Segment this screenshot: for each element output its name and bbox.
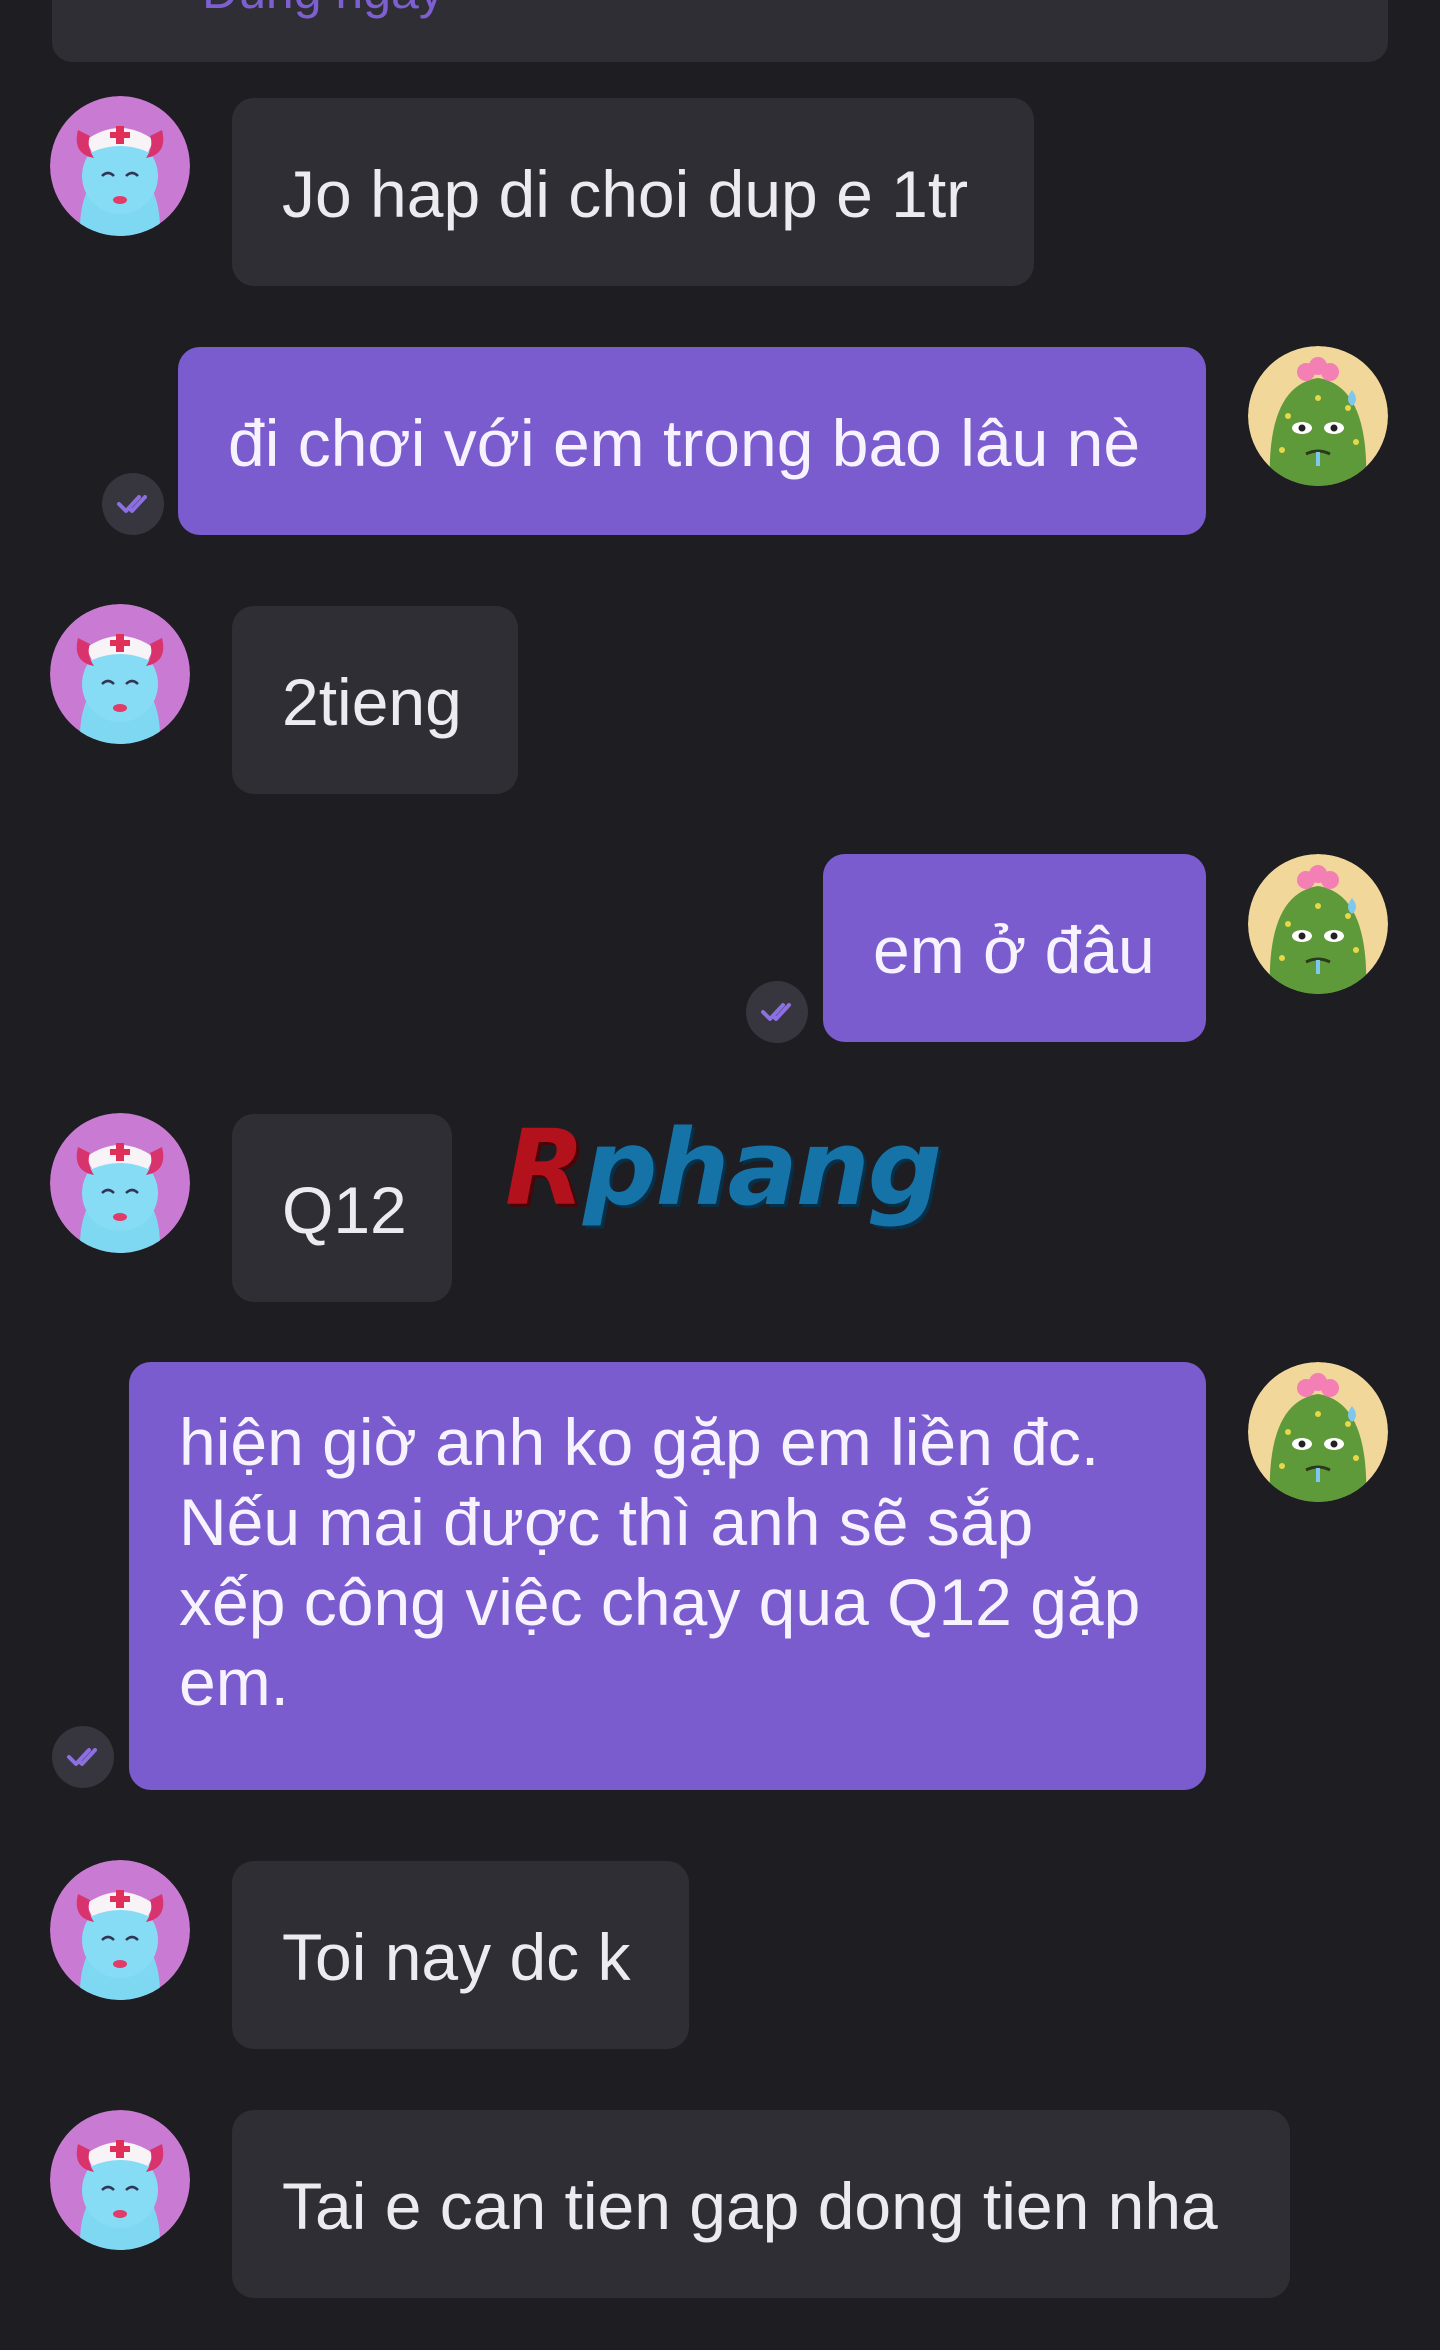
message-line: hiện giờ anh ko gặp em liền đc.: [179, 1405, 1100, 1479]
previous-message-text: Đúng ngày: [202, 0, 444, 20]
read-receipt: [746, 981, 808, 1043]
my-avatar[interactable]: [1248, 854, 1388, 994]
message-line: em.: [179, 1645, 290, 1719]
message-text: em ở đâu: [873, 913, 1155, 987]
nurse-devil-avatar-icon: [50, 1113, 190, 1253]
message-bubble-incoming[interactable]: Toi nay dc k: [232, 1861, 689, 2049]
message-line: Nếu mai được thì anh sẽ sắp: [179, 1485, 1034, 1559]
message-bubble-outgoing[interactable]: đi chơi với em trong bao lâu nè: [178, 347, 1206, 535]
message-bubble-incoming[interactable]: Q12: [232, 1114, 452, 1302]
message-text: Q12: [282, 1173, 407, 1247]
cactus-avatar-icon: [1248, 1362, 1388, 1502]
contact-avatar[interactable]: [50, 1860, 190, 2000]
double-check-icon: [113, 484, 153, 524]
message-bubble-incoming[interactable]: 2tieng: [232, 606, 518, 794]
nurse-devil-avatar-icon: [50, 2110, 190, 2250]
contact-avatar[interactable]: [50, 2110, 190, 2250]
message-line: xếp công việc chạy qua Q12 gặp: [179, 1565, 1141, 1639]
read-receipt: [52, 1726, 114, 1788]
cactus-avatar-icon: [1248, 346, 1388, 486]
message-text: Jo hap di choi dup e 1tr: [282, 157, 969, 231]
my-avatar[interactable]: [1248, 346, 1388, 486]
my-avatar[interactable]: [1248, 1362, 1388, 1502]
read-receipt: [102, 473, 164, 535]
message-text: đi chơi với em trong bao lâu nè: [228, 406, 1141, 480]
message-text: Tai e can tien gap dong tien nha: [282, 2169, 1218, 2243]
message-text: 2tieng: [282, 665, 462, 739]
nurse-devil-avatar-icon: [50, 96, 190, 236]
double-check-icon: [63, 1737, 103, 1777]
message-bubble-outgoing[interactable]: em ở đâu: [823, 854, 1206, 1042]
message-text: Toi nay dc k: [282, 1920, 631, 1994]
nurse-devil-avatar-icon: [50, 1860, 190, 2000]
double-check-icon: [757, 992, 797, 1032]
watermark-rest: phang: [583, 1107, 942, 1229]
message-bubble-outgoing[interactable]: hiện giờ anh ko gặp em liền đc. Nếu mai …: [129, 1362, 1206, 1790]
contact-avatar[interactable]: [50, 1113, 190, 1253]
watermark-first-letter: R: [505, 1107, 585, 1229]
nurse-devil-avatar-icon: [50, 604, 190, 744]
message-bubble-incoming[interactable]: Tai e can tien gap dong tien nha: [232, 2110, 1290, 2298]
contact-avatar[interactable]: [50, 96, 190, 236]
watermark-logo: Rphang: [505, 1107, 942, 1229]
previous-message-bubble[interactable]: Đúng ngày: [52, 0, 1388, 62]
contact-avatar[interactable]: [50, 604, 190, 744]
cactus-avatar-icon: [1248, 854, 1388, 994]
message-bubble-incoming[interactable]: Jo hap di choi dup e 1tr: [232, 98, 1034, 286]
